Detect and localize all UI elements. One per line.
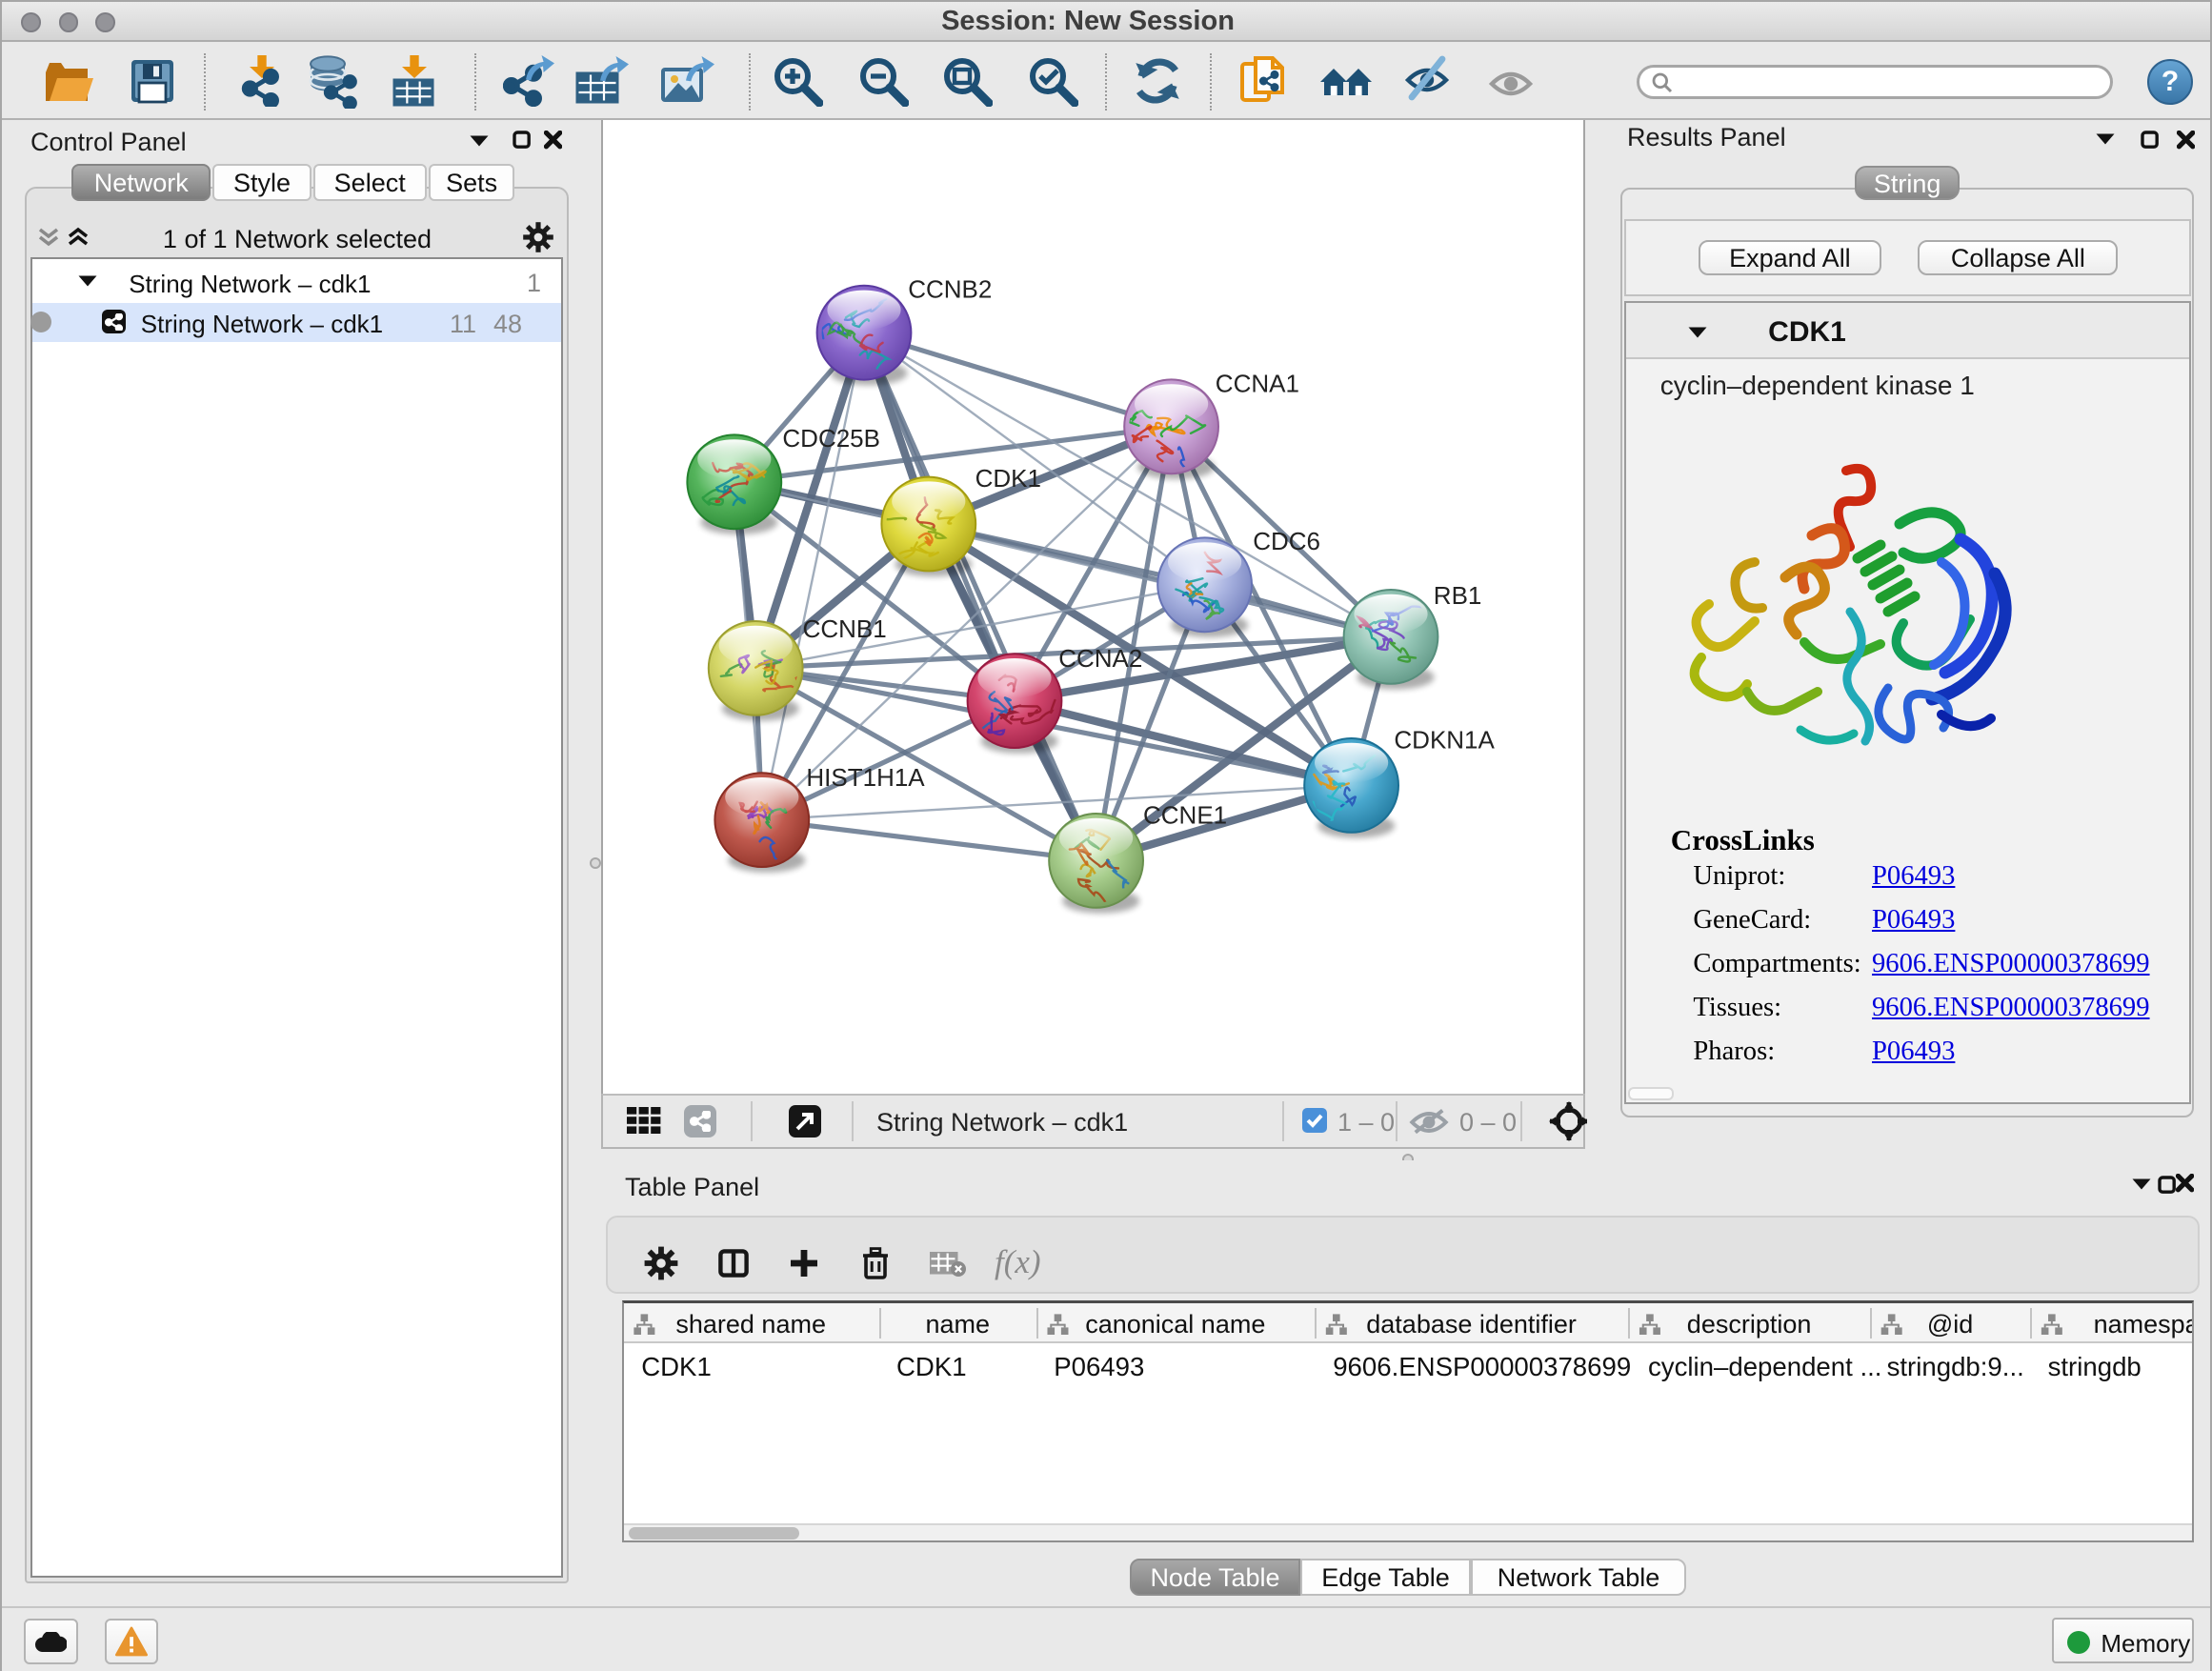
svg-text:HIST1H1A: HIST1H1A bbox=[806, 763, 925, 792]
svg-text:CCNE1: CCNE1 bbox=[1143, 800, 1227, 829]
svg-text:CDC25B: CDC25B bbox=[782, 424, 880, 453]
svg-text:CCNB2: CCNB2 bbox=[908, 274, 992, 303]
svg-text:CCNB1: CCNB1 bbox=[802, 614, 886, 643]
svg-text:CCNA2: CCNA2 bbox=[1058, 644, 1142, 673]
svg-text:RB1: RB1 bbox=[1434, 581, 1482, 610]
svg-text:CCNA1: CCNA1 bbox=[1216, 369, 1299, 397]
svg-text:CDKN1A: CDKN1A bbox=[1394, 725, 1495, 754]
svg-text:CDK1: CDK1 bbox=[975, 464, 1040, 493]
svg-text:CDC6: CDC6 bbox=[1253, 527, 1320, 555]
